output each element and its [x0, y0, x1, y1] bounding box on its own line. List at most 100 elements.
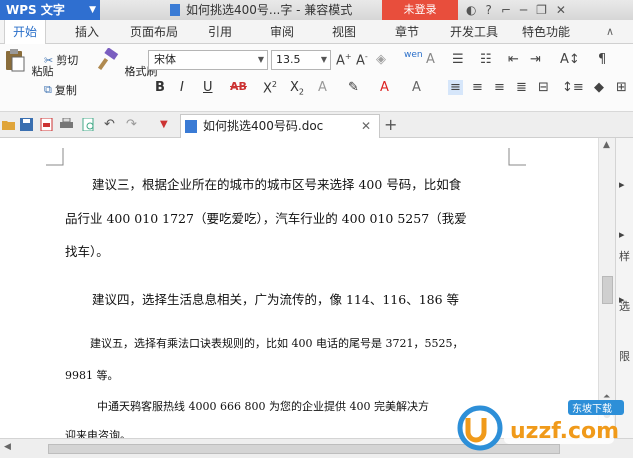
print-icon[interactable] [60, 117, 73, 131]
skin-icon[interactable]: ◐ [466, 3, 476, 17]
side-tab[interactable]: ▸ [619, 178, 625, 191]
font-size-value: 13.5 [276, 53, 301, 66]
superscript-icon[interactable]: X2 [263, 80, 277, 96]
font-name-value: 宋体 [154, 53, 176, 66]
cut-button[interactable]: ✂ 剪切 [44, 52, 78, 68]
paragraph-line: 迎来电咨询。 [65, 429, 131, 438]
help-icon[interactable]: ? [485, 3, 491, 17]
show-marks-icon[interactable]: ¶ [598, 52, 606, 67]
close-icon[interactable]: ✕ [556, 3, 566, 17]
redo-icon[interactable]: ↷ [126, 118, 139, 131]
tab-chapter[interactable]: 章节 [395, 20, 419, 44]
paragraph-line: 9981 等。 [65, 369, 119, 382]
shading-icon[interactable]: ◆ [594, 80, 604, 95]
clear-format-icon[interactable]: ◈ [376, 52, 386, 67]
minimize-icon[interactable]: ─ [520, 3, 527, 17]
pin-icon[interactable]: ⌐ [501, 3, 511, 17]
indent-icon[interactable]: ⇥ [530, 52, 541, 67]
scroll-left-icon[interactable]: ◀ [4, 442, 11, 452]
char-shading-icon[interactable]: A [412, 80, 421, 95]
paragraph-line: 品行业 400 010 1727（要吃爱吃），汽车行业的 400 010 525… [65, 211, 467, 226]
highlight-icon[interactable]: ✎ [348, 80, 359, 95]
wps-app-menu-button[interactable]: WPS 文字 ▼ [0, 0, 100, 20]
scroll-up-icon[interactable]: ▲ [603, 140, 610, 150]
side-tab-label[interactable]: 样 [619, 248, 630, 264]
tab-references[interactable]: 引用 [208, 20, 232, 44]
paragraph-line: 建议五，选择有乘法口诀表规则的，比如 400 电话的尾号是 3721，5525， [90, 337, 464, 350]
align-right-icon[interactable]: ≡ [494, 80, 505, 95]
bold-icon[interactable]: B [155, 80, 165, 95]
tab-home[interactable]: 开始 [4, 20, 47, 45]
char-border-icon[interactable]: A [318, 80, 327, 95]
scrollbar-thumb[interactable] [602, 276, 613, 304]
phonetic-guide-icon[interactable]: wen [404, 50, 423, 60]
uzzf-watermark-logo: uzzf.com 东坡下载 [457, 400, 624, 451]
strikethrough-icon[interactable]: AB [230, 80, 247, 93]
margin-corner-mark [508, 148, 526, 166]
borders-icon[interactable]: ⊞ [616, 80, 627, 95]
open-folder-icon[interactable] [2, 118, 15, 131]
tab-special[interactable]: 特色功能 [522, 20, 570, 44]
document-tab[interactable]: 如何挑选400号码.doc ✕ [180, 114, 380, 138]
document-tab-title: 如何挑选400号码.doc [203, 119, 324, 133]
distribute-icon[interactable]: ⊟ [538, 80, 549, 95]
font-size-select[interactable]: 13.5 ▼ [271, 50, 331, 70]
save-icon[interactable] [20, 118, 33, 131]
paragraph-line: 找车）。 [65, 244, 109, 259]
login-button[interactable]: 未登录 [382, 0, 458, 20]
italic-icon[interactable]: I [180, 80, 184, 95]
export-pdf-icon[interactable] [40, 117, 53, 132]
tab-page-layout[interactable]: 页面布局 [130, 20, 178, 44]
copy-button[interactable]: ⧉ 复制 [44, 82, 77, 98]
vertical-scrollbar[interactable]: ▲ ⏶ ● [598, 138, 615, 438]
chevron-down-icon: ▼ [257, 55, 264, 64]
align-center-icon[interactable]: ≡ [472, 80, 483, 95]
app-menu-label: WPS 文字 [6, 3, 65, 17]
side-tab-label[interactable]: 选 [619, 298, 630, 314]
underline-icon[interactable]: U [203, 80, 213, 95]
task-pane-strip: ▸ ▸ 样 ▸ 选 限 [615, 138, 633, 438]
chevron-down-icon: ▼ [320, 55, 327, 64]
undo-icon[interactable]: ↶ [104, 118, 117, 131]
document-canvas[interactable]: 建议三，根据企业所在的城市的城市区号来选择 400 号码，比如食 品行业 400… [0, 138, 598, 438]
new-tab-icon[interactable]: + [384, 114, 397, 136]
tab-insert[interactable]: 插入 [75, 20, 99, 44]
justify-icon[interactable]: ≣ [516, 80, 527, 95]
side-tab-label[interactable]: 限 [619, 348, 630, 364]
clipboard-icon [6, 49, 25, 72]
tab-developer[interactable]: 开发工具 [450, 20, 498, 44]
close-icon[interactable]: ✕ [361, 115, 371, 137]
tab-review[interactable]: 审阅 [270, 20, 294, 44]
subscript-icon[interactable]: X2 [290, 80, 304, 97]
menu-bar: 开始 插入 页面布局 引用 审阅 视图 章节 开发工具 特色功能 ∧ [0, 20, 633, 45]
line-spacing-icon[interactable]: ↕≡ [562, 80, 584, 95]
document-icon [170, 4, 180, 16]
print-preview-icon[interactable] [82, 117, 95, 132]
tab-view[interactable]: 视图 [332, 20, 356, 44]
title-bar: WPS 文字 ▼ 如何挑选400号...字 - 兼容模式 未登录 ◐ ? ⌐ ─… [0, 0, 633, 20]
chevron-down-icon: ▼ [89, 5, 96, 15]
phonetic-label: wen [404, 50, 423, 60]
numbering-icon[interactable]: ☷ [480, 52, 492, 67]
font-name-select[interactable]: 宋体 ▼ [148, 50, 268, 70]
svg-text:uzzf.com: uzzf.com [510, 419, 619, 444]
grow-font-icon[interactable]: A+ [336, 52, 352, 68]
svg-text:东坡下载: 东坡下载 [572, 402, 612, 415]
sort-icon[interactable]: A↕ [560, 52, 580, 67]
copy-icon: ⧉ [44, 83, 52, 96]
window-title: 如何挑选400号...字 - 兼容模式 [170, 0, 352, 20]
font-color-icon[interactable]: A [380, 80, 389, 95]
collapse-ribbon-icon[interactable]: ∧ [606, 25, 614, 38]
scissors-icon: ✂ [44, 53, 54, 67]
brush-icon [97, 47, 119, 71]
side-tab[interactable]: ▸ [619, 228, 625, 241]
align-left-icon[interactable]: ≡ [448, 80, 463, 95]
cut-label: 剪切 [56, 54, 79, 67]
paragraph-line: 建议三，根据企业所在的城市的城市区号来选择 400 号码，比如食 [92, 177, 462, 192]
restore-icon[interactable]: ❐ [536, 3, 547, 17]
shrink-font-icon[interactable]: A- [356, 52, 368, 68]
customize-toolbar-icon[interactable]: ▼ [160, 118, 173, 131]
text-border-icon[interactable]: A [426, 52, 435, 67]
bullets-icon[interactable]: ☰ [452, 52, 464, 67]
outdent-icon[interactable]: ⇤ [508, 52, 519, 67]
